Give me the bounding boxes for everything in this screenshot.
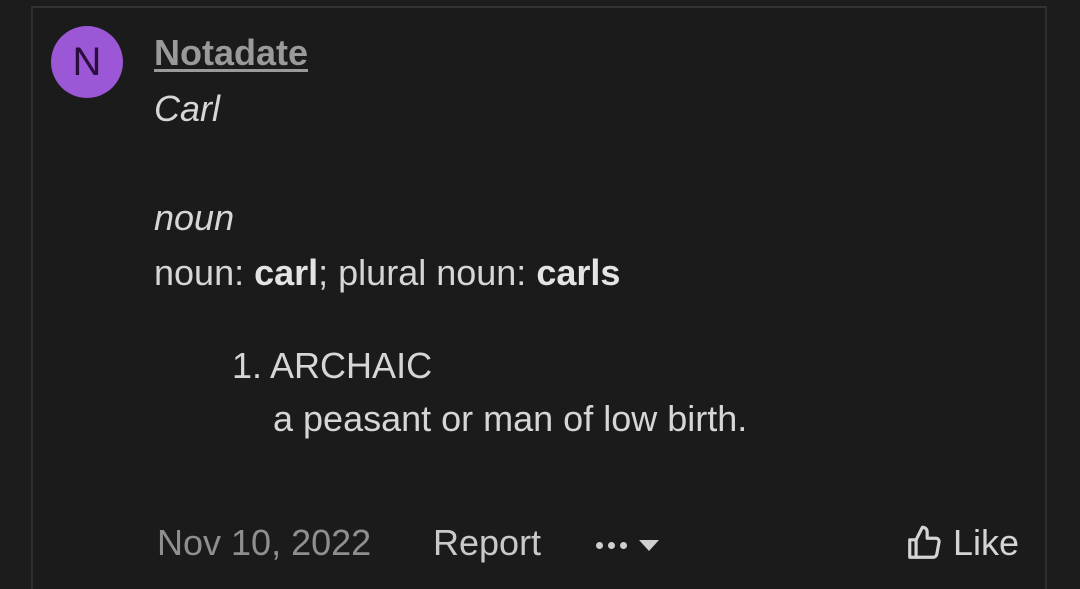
word-forms: noun: carl; plural noun: carls bbox=[154, 252, 620, 294]
comment-date: Nov 10, 2022 bbox=[157, 522, 372, 563]
caret-down-icon bbox=[639, 539, 659, 551]
like-button[interactable]: Like bbox=[905, 522, 1019, 564]
forms-plural: carls bbox=[536, 252, 621, 293]
definition-heading: 1. ARCHAIC bbox=[232, 345, 432, 387]
ellipsis-icon bbox=[596, 541, 627, 549]
like-label: Like bbox=[953, 522, 1020, 563]
definition-number: 1. bbox=[232, 345, 263, 386]
report-button[interactable]: Report bbox=[433, 522, 541, 564]
definition-text: a peasant or man of low birth. bbox=[273, 398, 748, 439]
definition-register: ARCHAIC bbox=[270, 345, 433, 386]
avatar[interactable]: N bbox=[51, 26, 123, 98]
part-of-speech: noun bbox=[154, 197, 235, 238]
thumbs-up-icon bbox=[908, 525, 941, 559]
forms-singular: carl bbox=[254, 252, 319, 293]
comment-screen: N Notadate Carl noun noun: carl; plural … bbox=[0, 0, 1080, 589]
forms-prefix: noun: bbox=[154, 252, 255, 293]
username-link[interactable]: Notadate bbox=[154, 32, 308, 74]
forms-middle: ; plural noun: bbox=[318, 252, 537, 293]
comment-word: Carl bbox=[154, 88, 221, 129]
more-options-button[interactable] bbox=[596, 528, 659, 562]
